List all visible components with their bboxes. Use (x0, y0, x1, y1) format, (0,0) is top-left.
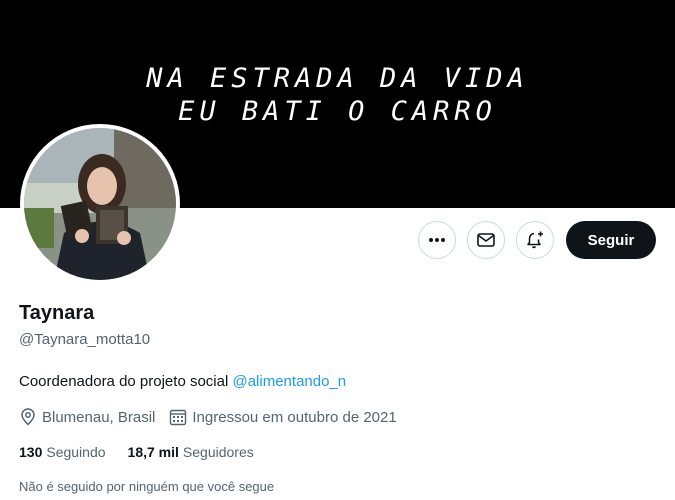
bio-mention-link[interactable]: @alimentando_n (232, 373, 346, 390)
location-item: Blumenau, Brasil (19, 408, 155, 426)
profile-meta: Blumenau, Brasil Ingressou em outubro de… (19, 406, 397, 428)
following-link[interactable]: 130 Seguindo (19, 444, 106, 460)
profile-name: Taynara (19, 302, 95, 324)
profile-bio: Coordenadora do projeto social @alimenta… (19, 373, 346, 390)
following-count: 130 (19, 444, 43, 460)
following-label: Seguindo (46, 444, 106, 460)
more-options-button[interactable] (418, 221, 456, 259)
more-dots-icon (429, 238, 445, 242)
follow-button[interactable]: Seguir (566, 221, 656, 259)
envelope-icon (477, 233, 495, 247)
followers-you-know-note: Não é seguido por ninguém que você segue (19, 479, 275, 494)
avatar-photo (24, 128, 176, 280)
followers-count: 18,7 mil (127, 444, 179, 460)
followers-link[interactable]: 18,7 mil Seguidores (128, 444, 254, 460)
calendar-icon (170, 409, 187, 426)
message-button[interactable] (467, 221, 505, 259)
notifications-button[interactable] (516, 221, 554, 259)
banner-line-1: NA ESTRADA DA VIDA (146, 63, 529, 94)
location-pin-icon (21, 408, 35, 426)
avatar[interactable] (24, 128, 176, 280)
joined-text: Ingressou em outubro de 2021 (192, 408, 397, 426)
bell-plus-icon (527, 231, 543, 249)
joined-item: Ingressou em outubro de 2021 (169, 408, 397, 426)
banner-caption: NA ESTRADA DA VIDA EU BATI O CARRO (0, 62, 675, 128)
followers-label: Seguidores (182, 444, 254, 460)
follow-stats: 130 Seguindo 18,7 mil Seguidores (19, 444, 254, 460)
profile-handle: @Taynara_motta10 (19, 331, 151, 348)
bio-text: Coordenadora do projeto social (19, 373, 233, 390)
location-text: Blumenau, Brasil (42, 408, 156, 426)
